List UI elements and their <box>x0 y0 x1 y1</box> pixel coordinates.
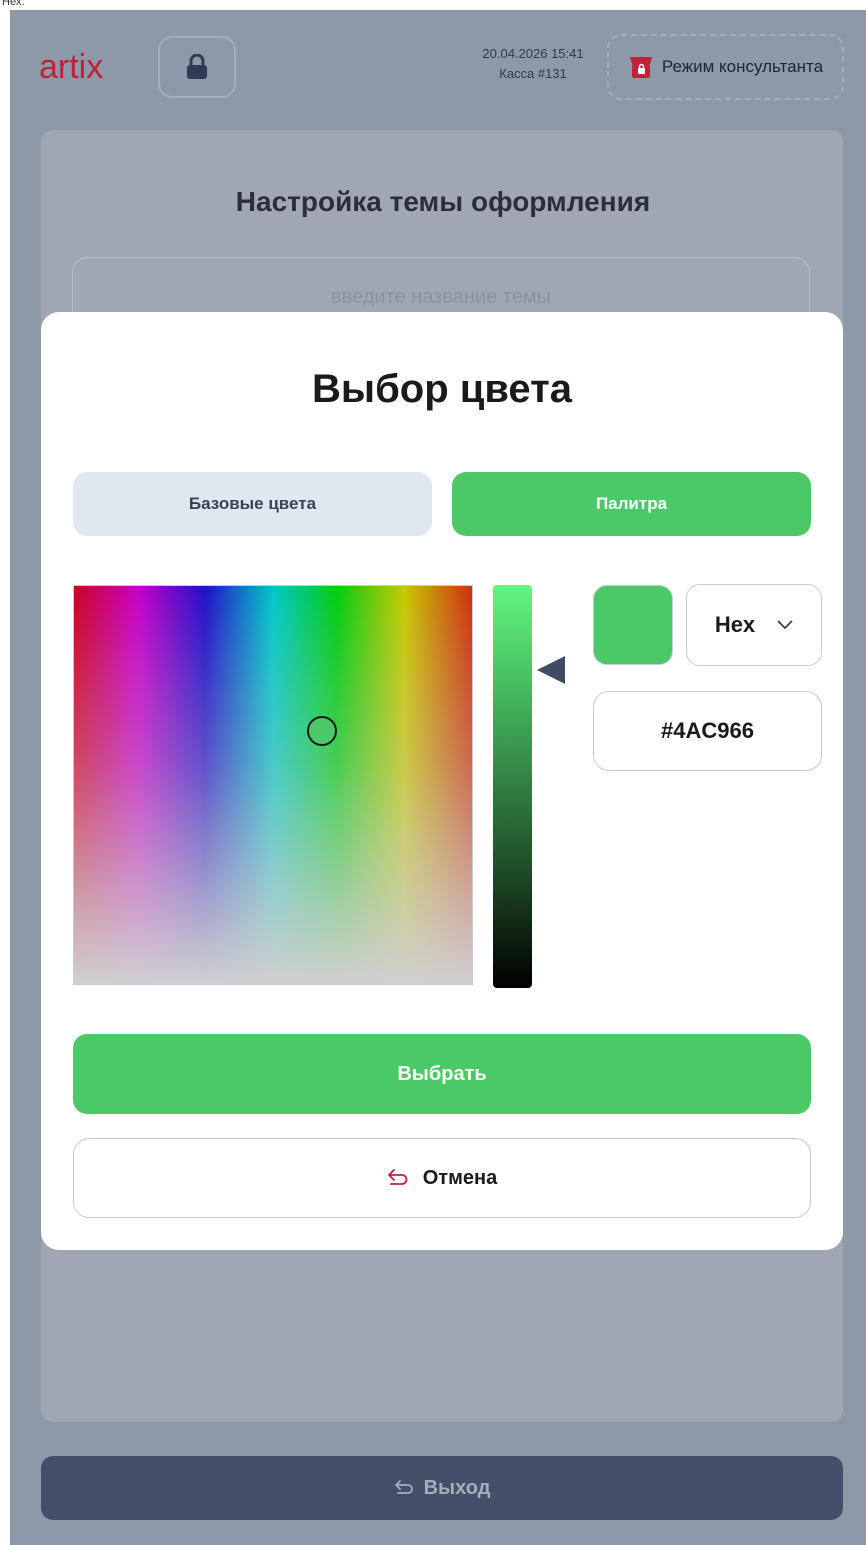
exit-button[interactable]: Выход <box>41 1456 843 1520</box>
select-button[interactable]: Выбрать <box>73 1034 811 1114</box>
consultant-mode-label: Режим консультанта <box>661 57 824 76</box>
color-format-select[interactable]: Hex <box>686 584 822 666</box>
color-palette-area[interactable] <box>73 585 473 985</box>
chevron-down-icon <box>777 620 793 630</box>
logo-text: artix <box>39 48 103 86</box>
palette-picker-handle[interactable] <box>307 716 337 746</box>
tab-palette-label: Палитра <box>595 494 668 513</box>
lock-icon <box>187 54 207 79</box>
selected-color-swatch <box>593 585 673 665</box>
brightness-slider-handle[interactable] <box>537 656 565 684</box>
tab-palette[interactable]: Палитра <box>452 472 811 536</box>
select-label: Выбрать <box>397 1062 487 1085</box>
hex-value-input[interactable]: #4AC966 <box>593 691 822 771</box>
artix-logo: artix <box>39 48 129 92</box>
consultant-mode-button[interactable]: Режим консультанта <box>607 34 844 100</box>
datetime-info: 20.04.2026 15:41 Касса #131 <box>468 44 598 84</box>
modal-title: Выбор цвета <box>312 367 572 411</box>
color-format-value: Hex <box>714 612 756 637</box>
cancel-button[interactable]: Отмена <box>73 1138 811 1218</box>
return-arrow-icon <box>394 1480 413 1494</box>
cancel-label: Отмена <box>422 1166 498 1189</box>
exit-label: Выход <box>423 1476 491 1499</box>
app-screen: artix 20.04.2026 15:41 Касса #131 Режим … <box>10 10 866 1545</box>
tab-base-colors-label: Базовые цвета <box>188 494 317 513</box>
return-arrow-icon <box>387 1169 408 1185</box>
datetime: 20.04.2026 15:41 <box>482 46 584 61</box>
top-strip-text: Hex: <box>2 0 25 8</box>
color-picker-modal: Выбор цвета Базовые цвета Палитра Hex #4… <box>41 312 843 1250</box>
tab-base-colors[interactable]: Базовые цвета <box>73 472 432 536</box>
lock-button[interactable] <box>158 36 236 98</box>
store-lock-icon <box>629 57 652 78</box>
register-number: Касса #131 <box>499 66 567 81</box>
brightness-slider[interactable] <box>493 585 532 988</box>
theme-settings-title: Настройка темы оформления <box>235 186 651 217</box>
